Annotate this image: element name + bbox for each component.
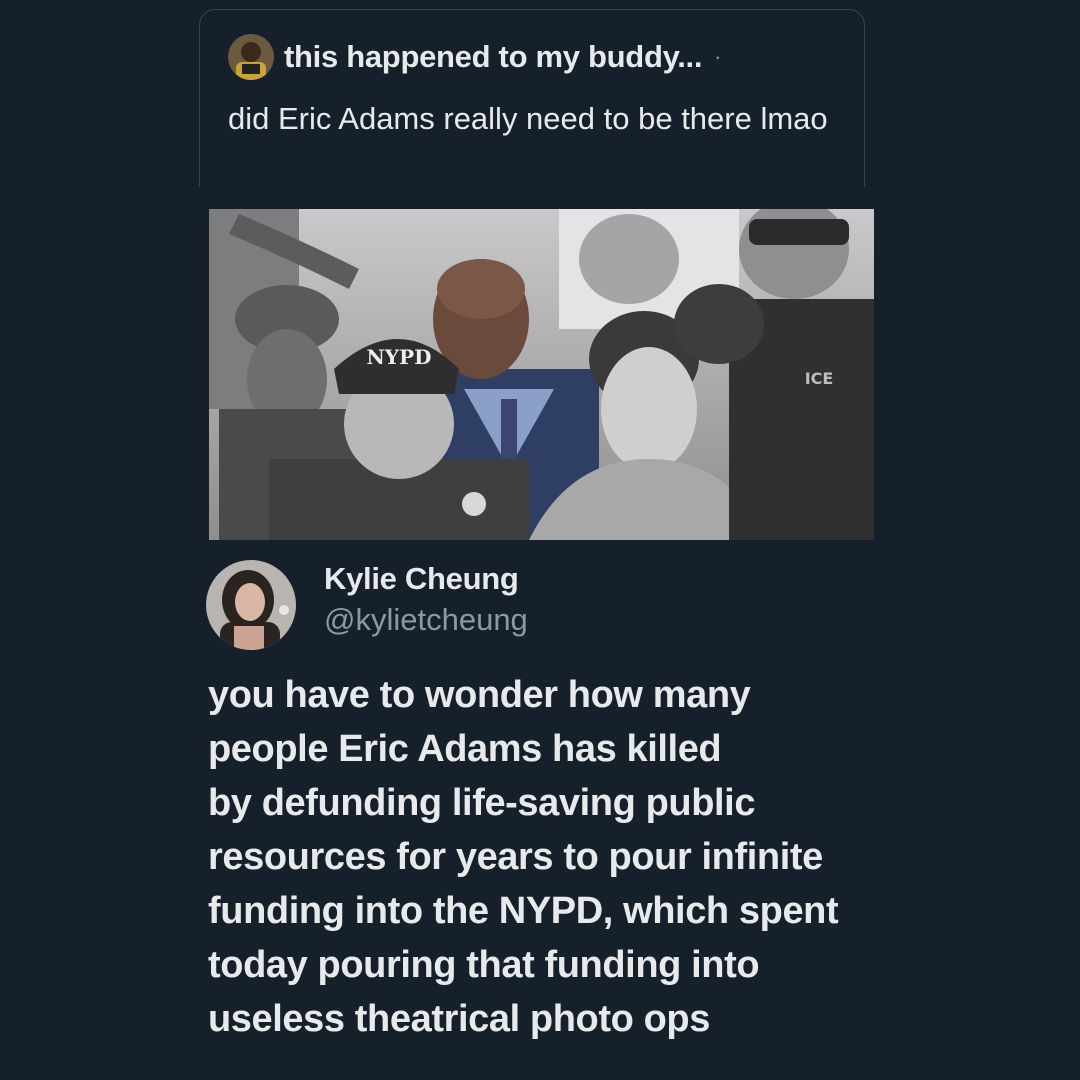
tweet-text-line: resources for years to pour infinite xyxy=(208,836,823,878)
tweet-text-line: people Eric Adams has killed xyxy=(208,728,722,770)
author-avatar[interactable] xyxy=(206,560,296,650)
screenshot-canvas: this happened to my buddy... · did Eric … xyxy=(0,0,1080,1080)
tweet-text-line: useless theatrical photo ops xyxy=(208,998,710,1040)
quoted-tweet-text: did Eric Adams really need to be there l… xyxy=(228,101,828,136)
tweet-text-line: funding into the NYPD, which spent xyxy=(208,890,839,932)
quoted-tweet-card[interactable]: this happened to my buddy... · did Eric … xyxy=(199,9,865,187)
author-handle[interactable]: @kylietcheung xyxy=(324,602,528,638)
tweet-text-line: today pouring that funding into xyxy=(208,944,760,986)
separator-dot: · xyxy=(714,44,722,69)
tweet-photo[interactable]: NYPD ICE xyxy=(209,209,874,540)
vest-text: ICE xyxy=(805,369,834,388)
author-name[interactable]: Kylie Cheung xyxy=(324,561,519,597)
tweet-text-line: you have to wonder how many xyxy=(208,674,751,716)
tweet-text-line: by defunding life-saving public xyxy=(208,782,756,824)
helmet-text: NYPD xyxy=(367,345,432,369)
quoted-author-avatar[interactable] xyxy=(228,34,274,80)
quoted-tweet-header: this happened to my buddy... · xyxy=(228,34,721,80)
quoted-author-name[interactable]: this happened to my buddy... xyxy=(284,39,702,75)
tweet-text: you have to wonder how many people Eric … xyxy=(208,668,1068,1046)
